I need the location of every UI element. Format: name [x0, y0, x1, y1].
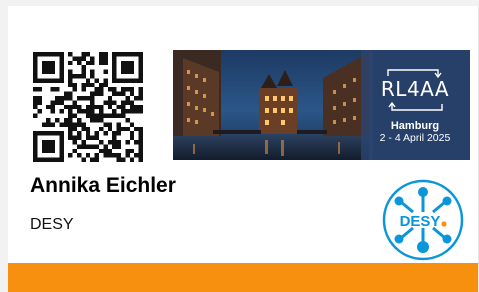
attendee-organization: DESY: [30, 216, 74, 233]
orange-stripe: [8, 263, 478, 292]
desy-logo-text: DESY: [400, 213, 441, 230]
rl4aa-event-logo: RL4AA Hamburg 2 - 4 April 2025: [374, 68, 456, 144]
desy-logo: DESY: [382, 179, 464, 261]
qr-code-image: [33, 52, 143, 162]
conference-badge: RL4AA Hamburg 2 - 4 April 2025 Annika Ei…: [0, 0, 479, 292]
event-city: Hamburg: [390, 120, 440, 132]
event-banner: RL4AA Hamburg 2 - 4 April 2025: [173, 50, 470, 160]
attendee-name: Annika Eichler: [30, 174, 176, 197]
event-dates: 2 - 4 April 2025: [379, 132, 451, 144]
rl4aa-logo-text: RL4AA: [380, 77, 450, 101]
